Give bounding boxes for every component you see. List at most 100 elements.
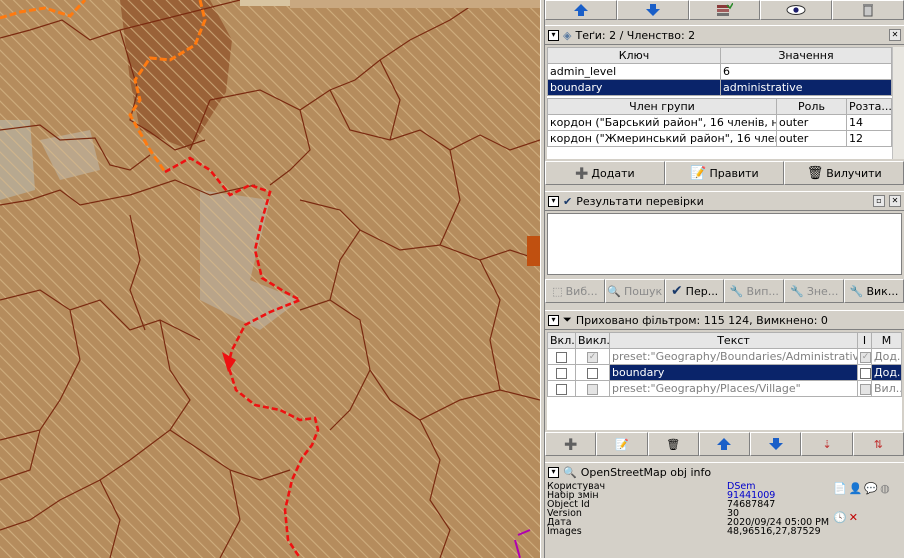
plus-icon: ✚ (575, 163, 589, 183)
arrow-up-icon (573, 4, 588, 16)
filter-mode[interactable]: Вил... (871, 380, 902, 397)
move-filter-up-button[interactable] (698, 432, 751, 456)
tag-icon: ◈ (563, 28, 572, 42)
filter-mode[interactable]: Дод. (871, 364, 902, 381)
validate-button[interactable]: ✔ Пер... (664, 279, 725, 303)
member-row[interactable]: кордон ("Барський район", 16 членів, неп… (547, 114, 892, 131)
filter-text[interactable]: boundary (609, 364, 858, 381)
info-label: Набір змін (545, 491, 725, 500)
images-value: 48,96516,27,87529 (725, 527, 835, 536)
checkmark-icon: ✔ (563, 194, 573, 208)
collapse-icon[interactable]: ▾ (548, 314, 559, 326)
filter-panel-header[interactable]: ▾ ⏷ Приховано фільтром: 115 124, Вимкнен… (545, 310, 904, 330)
select-button[interactable]: ⬚ Виб... (545, 279, 605, 303)
move-filter-down-button[interactable] (750, 432, 802, 456)
member-role[interactable]: outer (776, 130, 847, 147)
fix-all-button[interactable]: 🔧 Вик... (844, 279, 904, 303)
disabled-checkbox[interactable] (587, 383, 598, 395)
tag-row-selected[interactable]: boundary administrative (547, 79, 892, 96)
filter-row[interactable]: ✓ preset:"Geography/Boundaries/Administr… (547, 348, 902, 365)
move-up-button[interactable] (545, 0, 617, 20)
move-down-button[interactable] (616, 0, 689, 20)
filter-row-selected[interactable]: ✓ ✓ boundary ✓ Дод. (547, 364, 902, 381)
member-name[interactable]: кордон ("Жмеринський район", 16 членів) (547, 130, 777, 147)
member-row[interactable]: кордон ("Жмеринський район", 16 членів) … (547, 130, 892, 147)
map-canvas[interactable] (0, 0, 540, 558)
chat-icon[interactable]: 💬 (864, 482, 878, 509)
collapse-icon[interactable]: ▾ (548, 195, 559, 207)
document-icon[interactable]: 📄 (833, 482, 847, 509)
tag-row[interactable]: admin_level 6 (547, 63, 892, 80)
member-position[interactable]: 12 (846, 130, 892, 147)
key-column-header[interactable]: Ключ (547, 47, 721, 64)
position-column-header[interactable]: Розта... (846, 98, 892, 115)
validation-panel-header[interactable]: ▾ ✔ Результати перевірки ▫ ✕ (545, 191, 904, 211)
collapse-icon[interactable]: ▾ (548, 467, 559, 478)
sort-filters-button[interactable]: ⇣ (801, 432, 853, 456)
disabled-checkbox[interactable]: ✓ (587, 351, 598, 363)
tags-panel-header[interactable]: ▾ ◈ Теґи: 2 / Членство: 2 ✕ (545, 25, 904, 45)
enabled-checkbox[interactable] (556, 351, 567, 363)
layers-button[interactable] (688, 0, 761, 20)
collapse-icon[interactable]: ▾ (548, 29, 559, 41)
value-column-header[interactable]: Значення (720, 47, 892, 64)
filter-actions: ✚ 📝 🗑 ⇣ ⇅ (545, 432, 904, 458)
object-id-value: 74687847 (725, 500, 835, 509)
mode-column-header[interactable]: M (871, 332, 902, 349)
enabled-column-header[interactable]: Вкл. (547, 332, 576, 349)
disabled-column-header[interactable]: Викл. (575, 332, 610, 349)
panel-close-icon[interactable]: ✕ (889, 29, 901, 41)
visibility-button[interactable] (760, 0, 833, 20)
member-role[interactable]: outer (776, 114, 847, 131)
delete-tag-button[interactable]: 🗑 Вилучити (784, 161, 904, 185)
filter-text[interactable]: preset:"Geography/Boundaries/Administrat… (609, 348, 858, 365)
user-link[interactable]: DSem (725, 482, 835, 491)
tags-scrollbar[interactable] (892, 47, 904, 159)
wrench-icon: 🔧 (790, 284, 804, 298)
add-filter-button[interactable]: ✚ (545, 432, 597, 456)
ignore-button[interactable]: 🔧 Зне... (784, 279, 845, 303)
filter-table-area: Вкл. Викл. Текст I M ✓ preset:"Geography… (547, 332, 902, 430)
role-column-header[interactable]: Роль (776, 98, 847, 115)
filter-text[interactable]: preset:"Geography/Places/Village" (609, 380, 858, 397)
add-tag-button[interactable]: ✚ Додати (545, 161, 665, 185)
text-column-header[interactable]: Текст (609, 332, 858, 349)
inverted-column-header[interactable]: I (857, 332, 872, 349)
tag-value[interactable]: 6 (720, 63, 892, 80)
delete-label: Вилучити (826, 166, 882, 180)
delete-filter-button[interactable]: 🗑 (647, 432, 699, 456)
tag-value[interactable]: administrative (720, 79, 892, 96)
member-column-header[interactable]: Член групи (547, 98, 777, 115)
person-icon[interactable]: 👤 (849, 482, 863, 509)
reverse-filters-button[interactable]: ⇅ (852, 432, 904, 456)
member-name[interactable]: кордон ("Барський район", 16 членів, неп… (547, 114, 777, 131)
globe-icon[interactable]: ◍ (880, 482, 890, 509)
filter-row[interactable]: preset:"Geography/Places/Village" Вил... (547, 380, 902, 397)
tag-key[interactable]: boundary (547, 79, 721, 96)
panel-detach-icon[interactable]: ▫ (873, 195, 885, 207)
clock-icon[interactable]: 🕓 (833, 511, 847, 538)
validation-results[interactable] (547, 213, 902, 275)
delete-layer-button[interactable] (832, 0, 904, 20)
inverted-checkbox[interactable]: ✓ (860, 367, 871, 379)
search-button[interactable]: 🔍 Пошук (604, 279, 665, 303)
edit-tag-button[interactable]: 📝 Правити (664, 161, 785, 185)
add-label: Додати (591, 166, 635, 180)
edit-filter-button[interactable]: 📝 (596, 432, 648, 456)
sort-icon: ⇣ (822, 437, 832, 451)
objinfo-panel-header[interactable]: ▾ 🔍 OpenStreetMap obj info (545, 462, 904, 482)
enabled-checkbox[interactable]: ✓ (556, 367, 567, 379)
edit-label: Правити (709, 166, 759, 180)
disabled-checkbox[interactable]: ✓ (587, 367, 598, 379)
enabled-checkbox[interactable] (556, 383, 567, 395)
close-icon[interactable]: ✕ (849, 511, 858, 538)
changeset-link[interactable]: 91441009 (725, 491, 835, 500)
inverted-checkbox[interactable]: ✓ (860, 351, 871, 363)
panel-close-icon[interactable]: ✕ (889, 195, 901, 207)
filter-mode[interactable]: Дод. (871, 348, 902, 365)
info-label: Дата (545, 518, 725, 527)
fix-button[interactable]: 🔧 Вип... (724, 279, 785, 303)
inverted-checkbox[interactable] (860, 383, 871, 395)
member-position[interactable]: 14 (846, 114, 892, 131)
tag-key[interactable]: admin_level (547, 63, 721, 80)
